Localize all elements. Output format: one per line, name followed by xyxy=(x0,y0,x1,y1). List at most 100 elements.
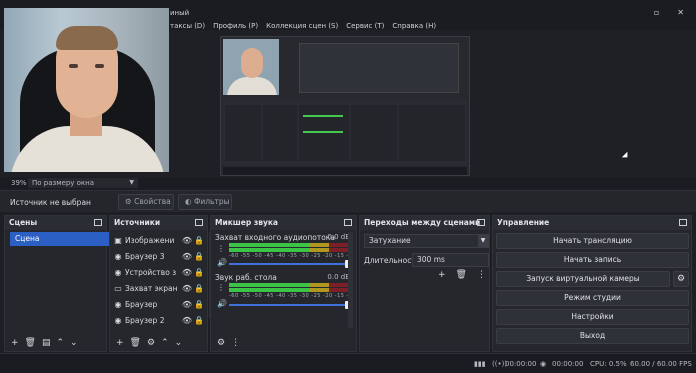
eye-icon[interactable]: 👁 xyxy=(181,268,193,277)
menu-item-profile[interactable]: Профиль (P) xyxy=(213,22,258,30)
scene-filters-icon[interactable]: ▤ xyxy=(42,338,51,348)
audio-level-meter xyxy=(229,288,351,292)
maximize-icon[interactable]: ▫ xyxy=(654,8,659,17)
source-item[interactable]: ▭ Захват экран 👁 🔒 xyxy=(113,280,205,296)
fps-readout: 60.00 / 60.00 FPS xyxy=(630,360,692,368)
gear-icon[interactable]: ⚙ xyxy=(147,338,155,348)
lock-icon[interactable]: 🔒 xyxy=(193,252,205,261)
transition-options-icon[interactable]: ⋮ xyxy=(477,270,486,280)
exit-button[interactable]: Выход xyxy=(496,328,689,344)
move-down-icon[interactable]: ⌄ xyxy=(175,338,183,348)
status-bar: ▮▮▮ ((•)) 00:00:00 ◉ 00:00:00 CPU: 0.5% … xyxy=(0,353,696,373)
gear-icon[interactable]: ⚙ xyxy=(217,338,225,348)
transitions-dock-header: Переходы между сценами xyxy=(360,216,489,230)
source-name: Браузер 2 xyxy=(125,315,165,325)
preview-webcam-thumbnail xyxy=(223,39,279,95)
menu-item-tools[interactable]: Сервис (T) xyxy=(346,22,384,30)
add-scene-icon[interactable]: + xyxy=(11,338,19,348)
mixer-menu-icon[interactable]: ⋮ xyxy=(231,338,240,348)
trash-icon[interactable]: 🗑 xyxy=(456,270,467,280)
move-up-icon[interactable]: ⌃ xyxy=(57,338,65,348)
properties-button[interactable]: ⚙ Свойства xyxy=(118,194,174,210)
lock-icon[interactable]: 🔒 xyxy=(193,284,205,293)
eye-icon[interactable]: 👁 xyxy=(181,284,193,293)
zoom-percent: 39% xyxy=(11,179,27,187)
duration-input[interactable]: 300 ms xyxy=(412,253,489,267)
eye-icon[interactable]: 👁 xyxy=(181,236,193,245)
transitions-toolbar: + 🗑 ⋮ xyxy=(438,270,486,280)
sources-dock: Источники ▣ Изображени 👁 🔒 ◉ Браузер 3 👁… xyxy=(109,215,215,352)
stream-time: 00:00:00 xyxy=(505,360,537,368)
source-item[interactable]: ◉ Браузер 3 👁 🔒 xyxy=(113,248,205,264)
undock-icon[interactable] xyxy=(679,219,687,226)
source-name: Браузер xyxy=(125,299,158,309)
scenes-dock: Сцены Сцена + 🗑 ▤ ⌃ ⌄ xyxy=(4,215,109,352)
properties-label: Свойства xyxy=(134,197,171,206)
volume-slider[interactable] xyxy=(229,260,353,268)
source-name: Устройство з xyxy=(125,267,177,277)
add-source-icon[interactable]: + xyxy=(116,338,124,348)
audio-mixer-dock: Микшер звука Захват входного аудиопотока… xyxy=(210,215,357,352)
start-virtual-camera-button[interactable]: Запуск виртуальной камеры xyxy=(496,271,670,287)
trash-icon[interactable]: 🗑 xyxy=(25,338,36,348)
source-context-bar: Источник не выбран ⚙ Свойства ◐ Фильтры xyxy=(0,190,696,212)
studio-mode-button[interactable]: Режим студии xyxy=(496,290,689,306)
scene-item[interactable]: Сцена xyxy=(10,232,109,246)
webcam-overlay xyxy=(4,8,169,172)
virtual-camera-settings-button[interactable]: ⚙ xyxy=(673,271,689,287)
menu-item-scene-collection-prev[interactable]: таксы (D) xyxy=(170,22,205,30)
speaker-icon[interactable]: 🔊 xyxy=(217,299,227,308)
channel-menu-icon[interactable]: ⋮ xyxy=(217,283,225,292)
settings-button[interactable]: Настройки xyxy=(496,309,689,325)
eye-icon[interactable]: 👁 xyxy=(181,252,193,261)
transition-select[interactable]: Затухание ▼ xyxy=(364,234,489,248)
move-down-icon[interactable]: ⌄ xyxy=(70,338,78,348)
browser-icon: ◉ xyxy=(114,299,122,309)
close-icon[interactable]: ✕ xyxy=(677,8,684,17)
monitor-icon: ▭ xyxy=(114,283,122,293)
record-time: 00:00:00 xyxy=(552,360,584,368)
undock-icon[interactable] xyxy=(344,219,352,226)
eye-icon[interactable]: 👁 xyxy=(181,316,193,325)
source-item[interactable]: ◉ Устройство з 👁 🔒 xyxy=(113,264,205,280)
channel-menu-icon[interactable]: ⋮ xyxy=(217,244,225,253)
start-recording-button[interactable]: Начать запись xyxy=(496,252,689,268)
lock-icon[interactable]: 🔒 xyxy=(193,236,205,245)
mixer-channel-db: 0.0 dB xyxy=(327,233,350,241)
source-name: Захват экран xyxy=(125,283,178,293)
preview-canvas[interactable] xyxy=(220,36,470,176)
add-transition-icon[interactable]: + xyxy=(438,270,446,280)
record-status-icon: ◉ xyxy=(540,360,547,368)
start-streaming-button[interactable]: Начать трансляцию xyxy=(496,233,689,249)
mixer-scrollbar[interactable] xyxy=(348,232,353,328)
menu-item-scene-collection[interactable]: Коллекция сцен (S) xyxy=(266,22,338,30)
trash-icon[interactable]: 🗑 xyxy=(130,338,141,348)
menu-item-help[interactable]: Справка (H) xyxy=(392,22,436,30)
source-name: Изображени xyxy=(125,235,175,245)
speaker-icon[interactable]: 🔊 xyxy=(217,258,227,267)
source-item[interactable]: ◉ Браузер 2 👁 🔒 xyxy=(113,312,205,328)
undock-icon[interactable] xyxy=(195,219,203,226)
mixer-dock-header: Микшер звука xyxy=(211,216,356,230)
mixer-channel-db: 0.0 dB xyxy=(327,273,350,281)
mixer-toolbar: ⚙ ⋮ xyxy=(211,335,356,351)
undock-icon[interactable] xyxy=(477,219,485,226)
source-item[interactable]: ◉ Браузер 👁 🔒 xyxy=(113,296,205,312)
mixer-channel-name: Захват входного аудиопотока xyxy=(215,233,335,242)
scenes-title: Сцены xyxy=(9,218,38,227)
lock-icon[interactable]: 🔒 xyxy=(193,268,205,277)
eye-icon[interactable]: 👁 xyxy=(181,300,193,309)
undock-icon[interactable] xyxy=(94,219,102,226)
zoom-bar: 39% По размеру окна ▼ xyxy=(0,177,696,189)
browser-icon: ◉ xyxy=(114,315,122,325)
lock-icon[interactable]: 🔒 xyxy=(193,316,205,325)
filters-button[interactable]: ◐ Фильтры xyxy=(178,194,232,210)
move-up-icon[interactable]: ⌃ xyxy=(161,338,169,348)
zoom-mode-select[interactable]: По размеру окна ▼ xyxy=(28,178,138,188)
preview-taskbar xyxy=(223,167,467,175)
lock-icon[interactable]: 🔒 xyxy=(193,300,205,309)
volume-slider[interactable] xyxy=(229,301,353,309)
source-item[interactable]: ▣ Изображени 👁 🔒 xyxy=(113,232,205,248)
window-controls: ▫ ✕ xyxy=(654,8,684,17)
filter-icon: ◐ xyxy=(185,197,192,206)
